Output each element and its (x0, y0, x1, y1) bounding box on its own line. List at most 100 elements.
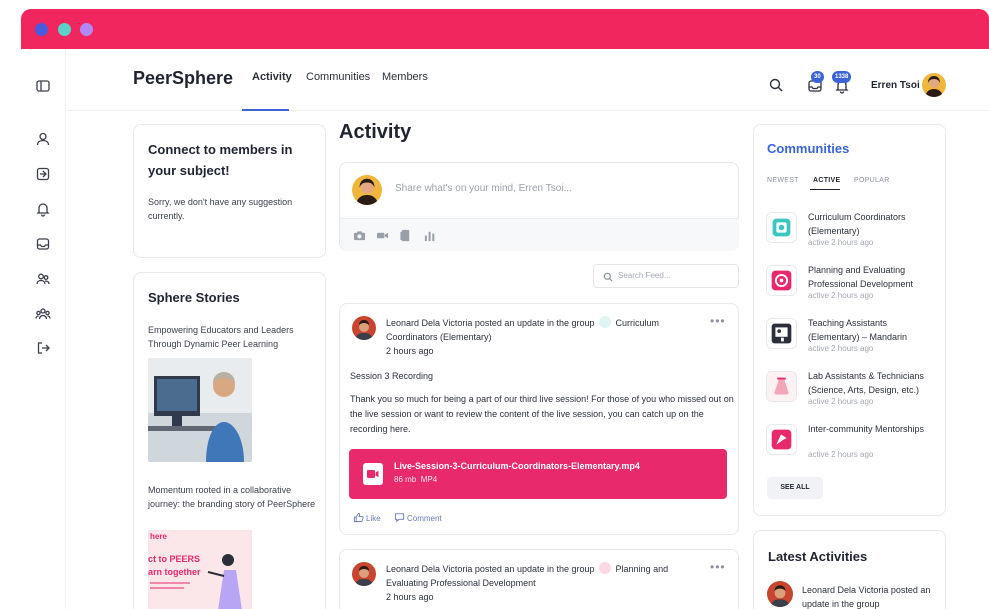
story-item-title[interactable]: Empowering Educators and Leaders Through… (148, 323, 318, 351)
post-group-link[interactable]: Curriculum (616, 318, 660, 328)
post-header: Leonard Dela Victoria posted an update i… (386, 316, 696, 358)
community-item[interactable]: Curriculum Coordinators (Elementary) act… (766, 210, 936, 256)
app-window: PeerSphere Activity Communities Members … (21, 9, 989, 609)
connect-members-card: Connect to members in your subject! Sorr… (133, 124, 326, 258)
notifications-count-badge: 1338 (832, 71, 852, 83)
see-all-communities-button[interactable]: SEE ALL (767, 477, 823, 499)
nav-tab-activity[interactable]: Activity (252, 71, 292, 83)
latest-activity-avatar[interactable] (767, 581, 793, 607)
composer-toolbar (340, 218, 739, 251)
connect-title: Connect to members in your subject! (148, 142, 293, 178)
like-button[interactable]: Like (353, 512, 381, 523)
story-image-branding[interactable]: here ct to PEERS arn together (148, 530, 252, 609)
left-rail (21, 49, 66, 609)
communities-title[interactable]: Communities (767, 141, 849, 156)
post-author-name[interactable]: Leonard Dela Victoria (386, 318, 472, 328)
post-more-options-icon[interactable]: ••• (710, 560, 726, 574)
communities-tab-newest[interactable]: NEWEST (767, 177, 799, 184)
post-group-link[interactable]: Evaluating Professional Development (386, 578, 536, 588)
post-group-link[interactable]: Planning and (616, 564, 669, 574)
sidebar-toggle-icon[interactable] (35, 78, 51, 94)
community-activity-time: active 2 hours ago (808, 238, 874, 247)
story-item-title[interactable]: Momentum rooted in a collaborative journ… (148, 483, 318, 511)
comment-button[interactable]: Comment (394, 512, 442, 523)
story-image-educator[interactable] (148, 358, 252, 462)
video-icon[interactable] (376, 229, 389, 242)
post-author-avatar[interactable] (352, 316, 376, 340)
attachment-meta: 86 mb MP4 (394, 475, 437, 484)
window-close-button[interactable] (35, 23, 48, 36)
search-feed-input[interactable]: Search Feed... (593, 264, 739, 288)
stories-title: Sphere Stories (148, 290, 240, 305)
search-feed-placeholder: Search Feed... (618, 271, 671, 280)
page-title: Activity (339, 121, 412, 143)
post-header: Leonard Dela Victoria posted an update i… (386, 562, 696, 604)
post-action-text: posted an update in the group (474, 318, 595, 328)
profile-icon[interactable] (35, 131, 51, 147)
search-icon[interactable] (768, 77, 784, 93)
notifications-icon[interactable] (35, 201, 51, 217)
brand-logo[interactable]: PeerSphere (133, 68, 233, 89)
sphere-stories-card: Sphere Stories Empowering Educators and … (133, 272, 326, 609)
community-logo-icon (766, 424, 797, 455)
latest-activity-text: Leonard Dela Victoria posted an update i… (802, 583, 937, 609)
latest-activities-card: Latest Activities Leonard Dela Victoria … (753, 530, 946, 609)
video-attachment[interactable]: Live-Session-3-Curriculum-Coordinators-E… (349, 449, 727, 499)
post-action-text: posted an update in the group (474, 564, 595, 574)
comment-icon (394, 513, 405, 523)
community-name: Curriculum Coordinators (Elementary) (808, 212, 906, 236)
logout-icon[interactable] (35, 340, 51, 356)
search-feed-icon (603, 272, 613, 282)
attachment-type: MP4 (420, 475, 438, 484)
post-heading: Session 3 Recording (350, 371, 434, 381)
post-more-options-icon[interactable]: ••• (710, 314, 726, 328)
communities-tab-indicator (810, 189, 840, 190)
groups-icon[interactable] (35, 306, 51, 322)
window-titlebar (21, 9, 989, 49)
user-avatar[interactable] (922, 73, 946, 97)
messages-count-badge: 30 (811, 71, 824, 83)
post-author-avatar[interactable] (352, 562, 376, 586)
community-activity-time: active 2 hours ago (808, 450, 874, 459)
community-item[interactable]: Inter-community Mentorships active 2 hou… (766, 422, 936, 468)
community-name: Lab Assistants & Technicians (Science, A… (808, 371, 924, 395)
communities-tab-popular[interactable]: POPULAR (854, 177, 890, 184)
members-icon[interactable] (35, 271, 51, 287)
post-group-link[interactable]: Coordinators (Elementary) (386, 332, 492, 342)
attachment-size: 86 mb (394, 475, 417, 484)
community-activity-time: active 2 hours ago (808, 291, 874, 300)
community-item[interactable]: Lab Assistants & Technicians (Science, A… (766, 369, 936, 415)
connect-message: Sorry, we don't have any suggestion curr… (148, 197, 293, 221)
activity-feed-icon[interactable] (35, 166, 51, 182)
poll-icon[interactable] (423, 229, 436, 242)
post-timestamp: 2 hours ago (386, 592, 434, 602)
window-minimize-button[interactable] (58, 23, 71, 36)
activity-post: Leonard Dela Victoria posted an update i… (339, 303, 739, 535)
community-activity-time: active 2 hours ago (808, 344, 874, 353)
composer-input[interactable]: Share what's on your mind, Erren Tsoi... (395, 183, 572, 194)
top-navigation: PeerSphere Activity Communities Members … (66, 49, 989, 111)
communities-tab-active[interactable]: ACTIVE (813, 177, 840, 184)
user-name[interactable]: Erren Tsoi (871, 80, 920, 91)
nav-tab-members[interactable]: Members (382, 71, 428, 83)
community-item[interactable]: Teaching Assistants (Elementary) – Manda… (766, 316, 936, 362)
community-item[interactable]: Planning and Evaluating Professional Dev… (766, 263, 936, 309)
nav-tab-communities[interactable]: Communities (306, 71, 370, 83)
community-activity-time: active 2 hours ago (808, 397, 874, 406)
communities-card: Communities NEWEST ACTIVE POPULAR Curric… (753, 124, 946, 516)
community-logo-icon (766, 265, 797, 296)
activity-post: Leonard Dela Victoria posted an update i… (339, 549, 739, 609)
latest-activity-author[interactable]: Leonard Dela Victoria (802, 585, 888, 595)
community-name: Teaching Assistants (Elementary) – Manda… (808, 318, 908, 342)
inbox-icon[interactable] (35, 236, 51, 252)
video-file-icon (363, 463, 383, 485)
post-author-name[interactable]: Leonard Dela Victoria (386, 564, 472, 574)
camera-icon[interactable] (353, 229, 366, 242)
community-logo-icon (766, 212, 797, 243)
group-badge-icon (599, 562, 612, 574)
window-maximize-button[interactable] (80, 23, 93, 36)
document-icon[interactable] (399, 229, 412, 242)
post-timestamp: 2 hours ago (386, 346, 434, 356)
community-logo-icon (766, 371, 797, 402)
thumbs-up-icon (353, 512, 364, 523)
